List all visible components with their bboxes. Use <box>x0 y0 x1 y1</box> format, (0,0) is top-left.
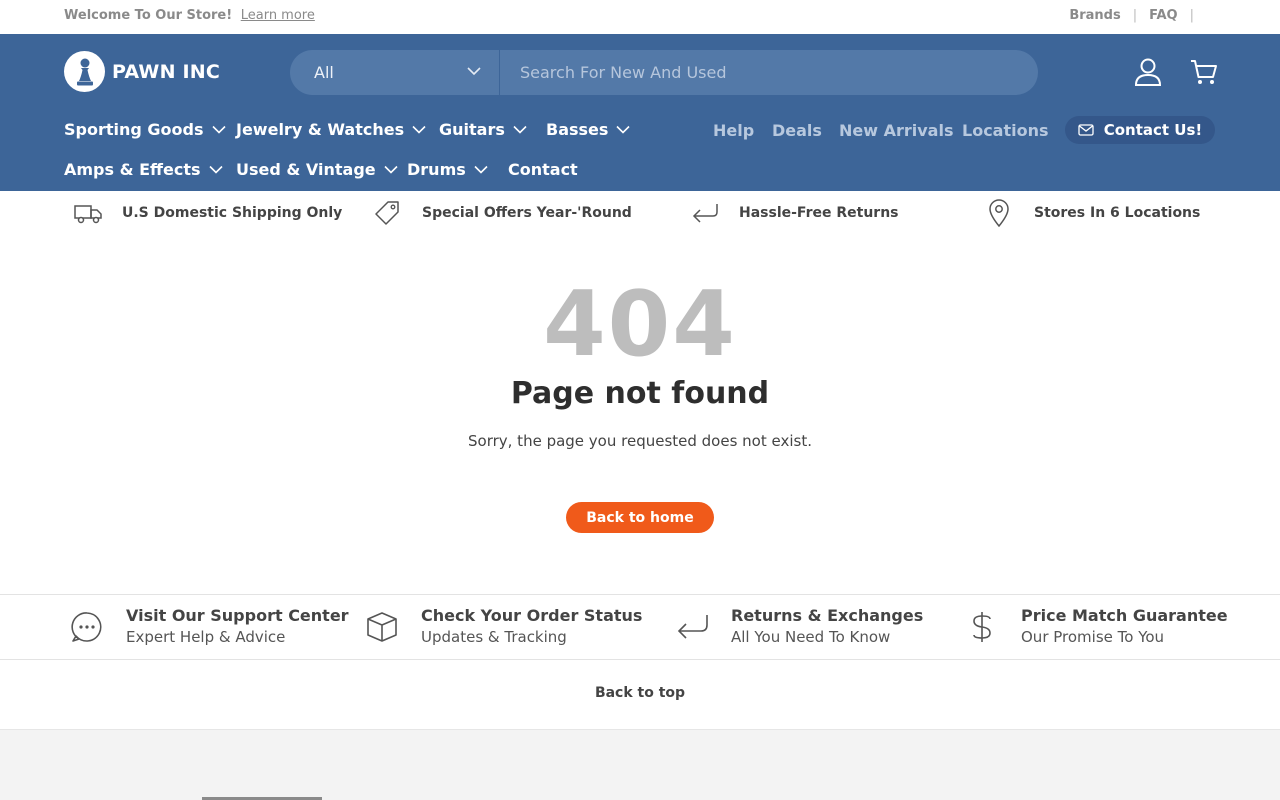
usp-label: U.S Domestic Shipping Only <box>122 205 343 221</box>
tag-icon <box>371 197 403 229</box>
chat-bubble-icon <box>70 610 104 644</box>
footer-features: Visit Our Support Center Expert Help & A… <box>0 594 1280 660</box>
nav-label: Guitars <box>439 120 505 139</box>
search-input[interactable] <box>500 50 1038 95</box>
nav-drums[interactable]: Drums <box>407 160 488 179</box>
contact-us-label: Contact Us! <box>1103 121 1203 139</box>
feature-title: Price Match Guarantee <box>1021 606 1228 625</box>
chevron-down-icon <box>616 125 630 134</box>
nav-used-vintage[interactable]: Used & Vintage <box>236 160 398 179</box>
chevron-down-icon <box>412 125 426 134</box>
nav-deals[interactable]: Deals <box>772 121 822 140</box>
usp-locations: Stores In 6 Locations <box>983 191 1200 235</box>
nav-guitars[interactable]: Guitars <box>439 120 527 139</box>
return-arrow-icon <box>675 610 709 644</box>
nav-label: Basses <box>546 120 609 139</box>
usp-label: Hassle-Free Returns <box>739 205 899 221</box>
usp-bar: U.S Domestic Shipping Only Special Offer… <box>0 191 1280 235</box>
nav-label: Jewelry & Watches <box>236 120 405 139</box>
feature-text: Returns & Exchanges All You Need To Know <box>731 606 923 648</box>
contact-us-button[interactable]: Contact Us! <box>1065 116 1215 144</box>
brands-link[interactable]: Brands <box>1069 8 1120 23</box>
nav-new-arrivals[interactable]: New Arrivals <box>839 121 953 140</box>
top-links: Brands | FAQ | <box>1069 8 1206 23</box>
mail-icon <box>1078 124 1094 136</box>
store-logo[interactable]: PAWN INC <box>64 51 220 92</box>
feature-support[interactable]: Visit Our Support Center Expert Help & A… <box>70 595 349 659</box>
feature-text: Check Your Order Status Updates & Tracki… <box>421 606 642 648</box>
search-category-select[interactable]: All <box>290 50 500 95</box>
feature-subtitle: All You Need To Know <box>731 628 891 646</box>
map-pin-icon <box>983 197 1015 229</box>
nav-label: Amps & Effects <box>64 160 201 179</box>
nav-label: Contact <box>508 160 578 179</box>
nav-basses[interactable]: Basses <box>546 120 630 139</box>
brand-name: PAWN INC <box>112 60 221 83</box>
chevron-down-icon <box>384 165 398 174</box>
nav-label: Sporting Goods <box>64 120 204 139</box>
back-to-home-button[interactable]: Back to home <box>566 502 714 533</box>
chevron-down-icon <box>474 165 488 174</box>
search-bar: All <box>290 50 1038 95</box>
divider: | <box>1189 8 1194 23</box>
nav-label: Drums <box>407 160 466 179</box>
dollar-icon <box>965 610 999 644</box>
error-code: 404 <box>543 272 737 377</box>
feature-subtitle: Updates & Tracking <box>421 628 567 646</box>
nav-amps-effects[interactable]: Amps & Effects <box>64 160 223 179</box>
back-to-top-link[interactable]: Back to top <box>0 685 1280 701</box>
account-icon[interactable] <box>1132 56 1164 88</box>
chevron-down-icon <box>208 165 223 174</box>
return-arrow-icon <box>689 197 721 229</box>
error-message: Sorry, the page you requested does not e… <box>468 432 812 450</box>
feature-returns[interactable]: Returns & Exchanges All You Need To Know <box>675 595 923 659</box>
chevron-down-icon <box>211 125 226 134</box>
search-category-value: All <box>314 63 334 82</box>
usp-offers: Special Offers Year-'Round <box>371 191 632 235</box>
chevron-down-icon <box>513 125 527 134</box>
welcome-label: Welcome To Our Store! <box>64 8 233 23</box>
divider: | <box>1132 8 1138 23</box>
usp-shipping: U.S Domestic Shipping Only <box>72 191 342 235</box>
faq-link[interactable]: FAQ <box>1149 8 1178 23</box>
nav-help[interactable]: Help <box>713 121 754 140</box>
announcement-bar: Welcome To Our Store! Learn more Brands … <box>0 0 1280 34</box>
pawn-chess-icon <box>64 51 105 92</box>
feature-subtitle: Expert Help & Advice <box>126 628 286 646</box>
feature-title: Returns & Exchanges <box>731 606 924 625</box>
feature-text: Price Match Guarantee Our Promise To You <box>1021 606 1228 648</box>
welcome-text: Welcome To Our Store! Learn more <box>64 8 315 23</box>
page-title: Page not found <box>510 376 770 411</box>
feature-subtitle: Our Promise To You <box>1021 628 1165 646</box>
box-icon <box>365 610 399 644</box>
usp-label: Special Offers Year-'Round <box>422 205 632 221</box>
usp-label: Stores In 6 Locations <box>1034 205 1201 221</box>
site-header: PAWN INC All Sporting Goods Jewelry & Wa… <box>0 34 1280 191</box>
nav-contact[interactable]: Contact <box>508 160 578 179</box>
chevron-down-icon <box>467 67 481 76</box>
feature-order-status[interactable]: Check Your Order Status Updates & Tracki… <box>365 595 642 659</box>
nav-jewelry-watches[interactable]: Jewelry & Watches <box>236 120 426 139</box>
feature-title: Check Your Order Status <box>421 606 643 625</box>
truck-icon <box>72 197 104 229</box>
feature-text: Visit Our Support Center Expert Help & A… <box>126 606 349 648</box>
feature-title: Visit Our Support Center <box>126 606 349 625</box>
nav-sporting-goods[interactable]: Sporting Goods <box>64 120 226 139</box>
learn-more-link[interactable]: Learn more <box>241 8 315 23</box>
usp-returns: Hassle-Free Returns <box>689 191 899 235</box>
site-footer <box>0 729 1280 800</box>
nav-label: Used & Vintage <box>236 160 376 179</box>
nav-locations[interactable]: Locations <box>962 121 1049 140</box>
cart-icon[interactable] <box>1188 56 1220 88</box>
feature-price-match[interactable]: Price Match Guarantee Our Promise To You <box>965 595 1228 659</box>
